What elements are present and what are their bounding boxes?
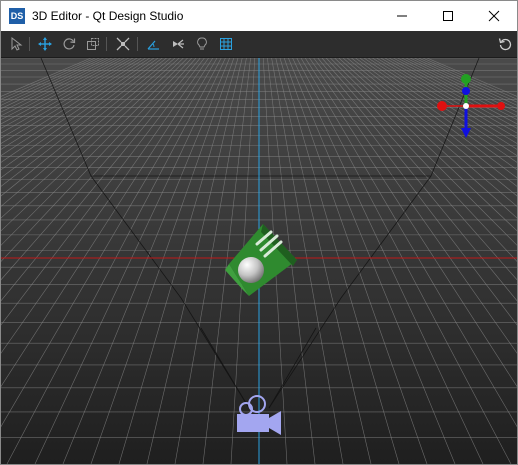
maximize-icon [443,11,453,21]
sphere-model[interactable] [238,257,264,283]
editor-toolbar [1,31,517,58]
window-controls [379,1,517,31]
3d-viewport[interactable] [1,58,517,464]
reset-icon [498,38,512,51]
cursor-arrow-icon [11,37,23,51]
move-arrows-icon [38,37,52,51]
toggle-camera-button[interactable] [169,35,187,53]
grid-icon [220,38,232,50]
editor-window: DS 3D Editor - Qt Design Studio [0,0,518,465]
rotate-icon [63,38,76,50]
scale-icon [87,38,99,50]
toggle-orientation-button[interactable] [144,35,162,53]
rotate-tool-button[interactable] [60,35,78,53]
toggle-light-button[interactable] [193,35,211,53]
maximize-button[interactable] [425,1,471,31]
select-tool-button[interactable] [7,35,25,53]
minimize-button[interactable] [379,1,425,31]
fit-to-view-button[interactable] [114,35,132,53]
close-button[interactable] [471,1,517,31]
scene-canvas[interactable] [1,58,517,464]
orientation-icon [147,40,159,50]
window-title: 3D Editor - Qt Design Studio [32,9,184,23]
light-bulb-icon [197,37,207,50]
toggle-grid-button[interactable] [217,35,235,53]
fit-view-icon [116,37,130,51]
reset-view-button[interactable] [496,35,514,53]
camera-toggle-icon [173,39,184,49]
close-icon [488,10,500,22]
minimize-icon [397,15,407,17]
scale-tool-button[interactable] [84,35,102,53]
move-tool-button[interactable] [36,35,54,53]
title-bar[interactable]: DS 3D Editor - Qt Design Studio [1,1,517,31]
app-logo-icon: DS [9,8,25,24]
